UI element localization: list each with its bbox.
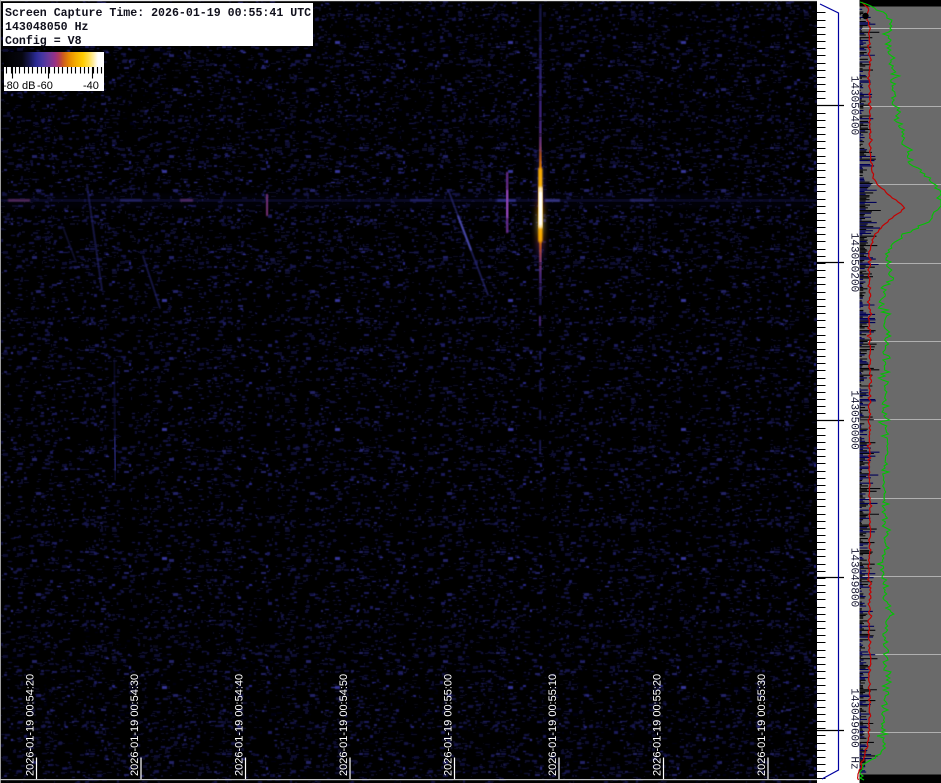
svg-text:2026-01-19 00:54:50: 2026-01-19 00:54:50 — [338, 674, 350, 776]
svg-text:2026-01-19 00:54:40: 2026-01-19 00:54:40 — [234, 674, 246, 776]
svg-text:2026-01-19 00:55:20: 2026-01-19 00:55:20 — [652, 674, 664, 776]
svg-text:Hz: Hz — [848, 756, 860, 769]
svg-text:143048050 Hz: 143048050 Hz — [5, 21, 89, 34]
svg-text:143050200: 143050200 — [848, 233, 860, 292]
svg-text:Config = V8: Config = V8 — [5, 35, 82, 48]
svg-text:Screen Capture Time: 2026-01-1: Screen Capture Time: 2026-01-19 00:55:41… — [5, 7, 311, 20]
svg-text:143049800: 143049800 — [848, 548, 860, 607]
svg-text:-60: -60 — [37, 80, 53, 92]
svg-text:143050000: 143050000 — [848, 390, 860, 449]
svg-text:2026-01-19 00:55:10: 2026-01-19 00:55:10 — [547, 674, 559, 776]
svg-text:2026-01-19 00:55:30: 2026-01-19 00:55:30 — [756, 674, 768, 776]
svg-text:143050400: 143050400 — [848, 76, 860, 135]
svg-text:-40: -40 — [83, 80, 99, 92]
svg-text:143049600: 143049600 — [848, 688, 860, 747]
svg-text:2026-01-19 00:54:30: 2026-01-19 00:54:30 — [129, 674, 141, 776]
svg-text:2026-01-19 00:55:00: 2026-01-19 00:55:00 — [443, 674, 455, 776]
svg-text:2026-01-19 00:54:20: 2026-01-19 00:54:20 — [25, 674, 37, 776]
svg-text:-80 dB: -80 dB — [3, 80, 35, 92]
